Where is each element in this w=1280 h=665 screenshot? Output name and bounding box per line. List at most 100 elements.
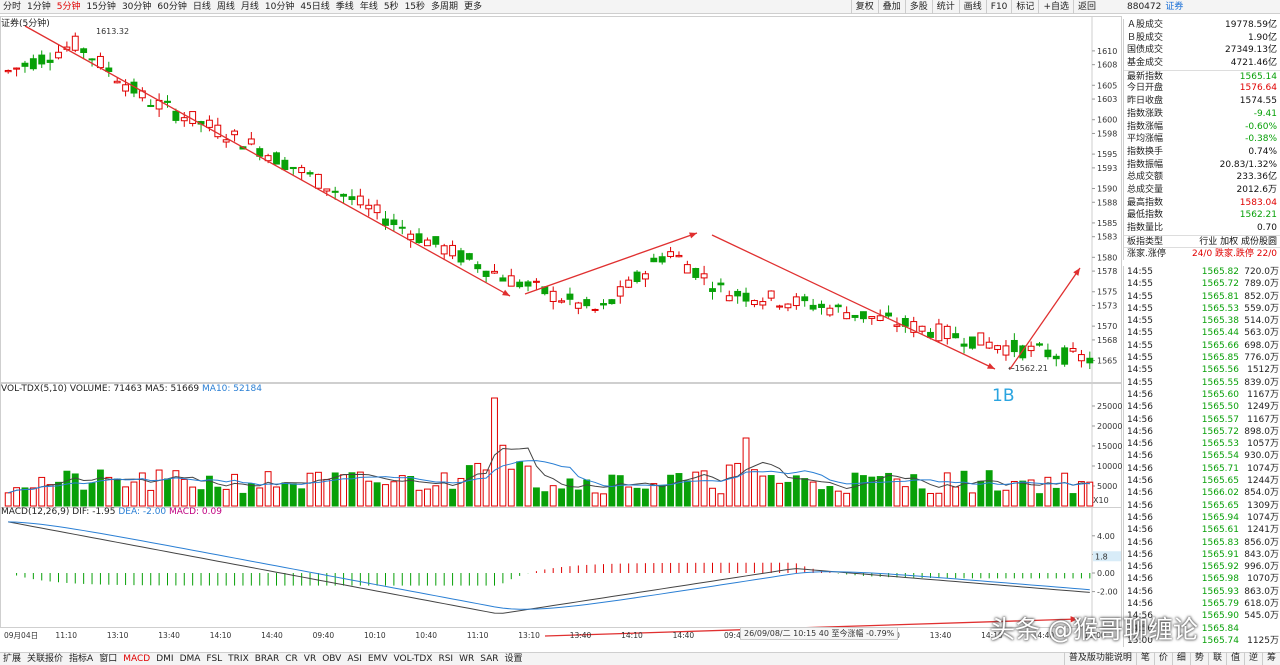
candle-body xyxy=(918,325,926,332)
candle-body xyxy=(449,244,457,257)
candle-body xyxy=(943,325,951,340)
period-14[interactable]: 15秒 xyxy=(402,0,428,14)
candle-body xyxy=(600,303,607,306)
macd-panel xyxy=(0,507,1122,628)
tick-price: 1566.02 xyxy=(1201,488,1239,499)
bottom-tool-0[interactable]: 普及版功能说明 xyxy=(1063,652,1136,665)
period-8[interactable]: 月线 xyxy=(238,0,262,14)
chart-area[interactable]: 1610 1608 1605 1603 1600 1598 1595 1593 1590 1588… xyxy=(0,14,1123,639)
period-12[interactable]: 年线 xyxy=(357,0,381,14)
tick-price: 1565.50 xyxy=(1201,402,1239,413)
indicator-tab-14[interactable]: RSI xyxy=(435,653,456,665)
tick-time: 14:56 xyxy=(1127,414,1153,425)
tick-price: 1565.53 xyxy=(1201,303,1239,314)
indicator-tab-7[interactable]: BRAR xyxy=(252,653,282,665)
tick-list[interactable]: 14:55 1565.82 720.0万 14:55 1565.72 789.0万 14:5… xyxy=(1123,266,1280,648)
info-row: 最新指数 1565.14 xyxy=(1124,69,1280,83)
period-1[interactable]: 1分钟 xyxy=(24,0,54,14)
volume-bar xyxy=(382,484,389,507)
indicator-tab-16[interactable]: SAR xyxy=(477,653,501,665)
bottom-left-1[interactable]: 关联报价 xyxy=(24,653,66,665)
info-value: 1565.14 xyxy=(1239,71,1277,82)
volume-bar xyxy=(415,489,423,507)
volume-bar xyxy=(524,465,532,507)
toolbar-btn-5[interactable]: F10 xyxy=(985,0,1012,14)
bottom-tool-6[interactable]: 值 xyxy=(1225,652,1244,665)
indicator-tab-0[interactable]: 指标A xyxy=(66,653,96,665)
time-tick-label: 14:40 xyxy=(673,631,695,639)
volume-bar xyxy=(231,473,239,507)
toolbar-btn-8[interactable]: 返回 xyxy=(1072,0,1100,14)
toolbar-btn-3[interactable]: 统计 xyxy=(931,0,959,14)
tick-volume: 776.0万 xyxy=(1244,353,1279,364)
indicator-tab-9[interactable]: VR xyxy=(301,653,319,665)
candle-body xyxy=(29,58,37,70)
indicator-tab-1[interactable]: 窗口 xyxy=(96,653,120,665)
candle-body xyxy=(314,173,322,189)
volume-bar xyxy=(398,475,406,507)
period-4[interactable]: 30分钟 xyxy=(119,0,154,14)
period-13[interactable]: 5秒 xyxy=(381,0,402,14)
volume-bar xyxy=(214,486,222,507)
macd-dif: DIF: -1.95 xyxy=(72,507,116,517)
toolbar-btn-2[interactable]: 多股 xyxy=(904,0,932,14)
volume-bar xyxy=(138,472,146,507)
volume-bar xyxy=(105,476,113,507)
volume-bar xyxy=(1044,476,1052,507)
toolbar-btn-0[interactable]: 复权 xyxy=(850,0,878,14)
period-16[interactable]: 更多 xyxy=(461,0,485,14)
tick-row: 14:56 1565.65 1244万 xyxy=(1124,475,1280,487)
time-tick-label: 10:40 xyxy=(415,631,437,639)
indicator-tab-10[interactable]: OBV xyxy=(319,653,344,665)
toolbar-btn-6[interactable]: 标记 xyxy=(1011,0,1038,14)
bottom-tool-1[interactable]: 笔 xyxy=(1135,652,1154,665)
period-3[interactable]: 15分钟 xyxy=(83,0,118,14)
period-15[interactable]: 多周期 xyxy=(428,0,461,14)
bottom-tool-4[interactable]: 势 xyxy=(1189,652,1208,665)
tick-price: 1565.44 xyxy=(1201,328,1239,339)
period-6[interactable]: 日线 xyxy=(190,0,214,14)
period-0[interactable]: 分时 xyxy=(0,0,24,14)
macd-tick-label: 4.00 xyxy=(1097,532,1115,541)
info-label: 基金成交 xyxy=(1127,58,1164,69)
candle-body xyxy=(1061,347,1069,365)
indicator-tab-17[interactable]: 设置 xyxy=(502,653,526,665)
indicator-tab-11[interactable]: ASI xyxy=(344,653,365,665)
bottom-tool-5[interactable]: 联 xyxy=(1207,652,1226,665)
volume-bar xyxy=(876,476,884,507)
indicator-tab-2[interactable]: MACD xyxy=(120,653,153,665)
indicator-tab-4[interactable]: DMA xyxy=(177,653,204,665)
period-9[interactable]: 10分钟 xyxy=(262,0,297,14)
bottom-tool-3[interactable]: 细 xyxy=(1171,652,1190,665)
indicator-tab-3[interactable]: DMI xyxy=(153,653,176,665)
info-value: 233.36亿 xyxy=(1236,172,1278,183)
bottom-tool-2[interactable]: 价 xyxy=(1153,652,1172,665)
indicator-tab-15[interactable]: WR xyxy=(456,653,477,665)
price-tick-label: 1590 xyxy=(1097,185,1117,194)
bottom-left-0[interactable]: 扩展 xyxy=(0,653,24,665)
indicator-tab-8[interactable]: CR xyxy=(282,653,301,665)
tick-row: 14:56 1565.65 1309万 xyxy=(1124,500,1280,512)
bottom-tool-8[interactable]: 筹 xyxy=(1261,652,1280,665)
index-info-panel: Ａ股成交 19778.59亿 Ｂ股成交 1.90亿 国债成交 27349.13亿 基金成交 4… xyxy=(1123,19,1280,261)
indicator-tab-5[interactable]: FSL xyxy=(203,653,225,665)
info-row: 最低指数 1562.21 xyxy=(1124,209,1280,222)
indicator-tab-6[interactable]: TRIX xyxy=(225,653,252,665)
indicator-tab-13[interactable]: VOL-TDX xyxy=(390,653,435,665)
info-row: 指数涨跌 -9.41 xyxy=(1124,108,1280,121)
tick-row: 14:55 1565.55 839.0万 xyxy=(1124,377,1280,389)
volume-bar xyxy=(792,475,800,507)
toolbar-btn-7[interactable]: +自选 xyxy=(1038,0,1073,14)
toolbar-btn-4[interactable]: 画线 xyxy=(958,0,986,14)
period-11[interactable]: 季线 xyxy=(333,0,357,14)
candle-body xyxy=(1027,345,1035,352)
period-5[interactable]: 60分钟 xyxy=(154,0,189,14)
bottom-tool-7[interactable]: 逆 xyxy=(1243,652,1262,665)
period-10[interactable]: 45日线 xyxy=(297,0,332,14)
period-2[interactable]: 5分钟 xyxy=(54,0,84,14)
indicator-tab-12[interactable]: EMV xyxy=(365,653,391,665)
volume-bar xyxy=(180,478,188,507)
toolbar-btn-1[interactable]: 叠加 xyxy=(877,0,905,14)
info-label: 最新指数 xyxy=(1127,71,1164,82)
period-7[interactable]: 周线 xyxy=(214,0,238,14)
